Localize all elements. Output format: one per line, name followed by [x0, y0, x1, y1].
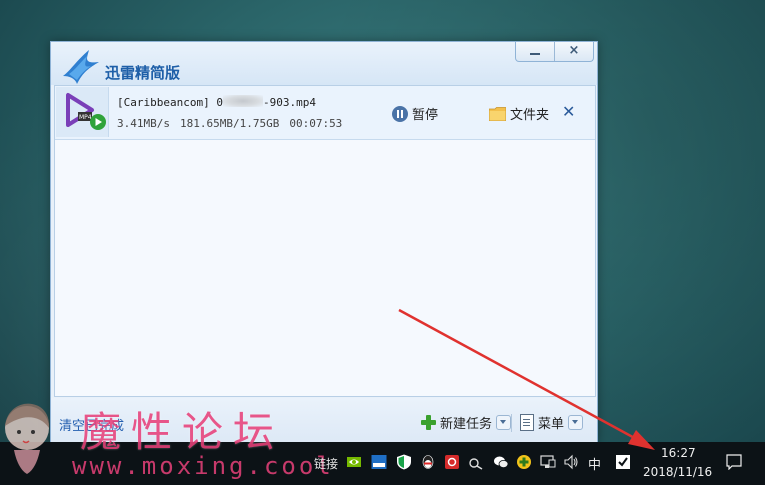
delete-task-button[interactable]: ✕ — [562, 102, 575, 121]
intel-lte-icon[interactable] — [371, 454, 387, 470]
thunder-bird-logo-icon — [63, 50, 99, 84]
minimize-icon — [530, 53, 540, 55]
ime-indicator[interactable]: 中 — [588, 454, 601, 473]
pause-icon — [392, 105, 408, 122]
chevron-down-icon[interactable] — [496, 414, 512, 430]
blurred-redaction — [222, 95, 263, 107]
svg-text:MP4: MP4 — [79, 114, 92, 121]
links-toolbar-label[interactable]: 链接 — [314, 455, 338, 472]
delete-icon: ✕ — [562, 102, 576, 121]
wechat-icon[interactable] — [493, 454, 509, 470]
plus-icon — [421, 414, 436, 430]
thunder-window: 迅雷精简版 × MP4 [Caribbeancom] 0 -903.mp4 3.… — [50, 41, 598, 443]
toolbar-divider — [511, 414, 512, 432]
clock-date[interactable]: 2018/11/16 — [643, 465, 712, 479]
security-shield-icon[interactable] — [396, 454, 412, 470]
task-row[interactable]: MP4 [Caribbeancom] 0 -903.mp4 3.41MB/s 181… — [55, 86, 595, 140]
menu-button[interactable]: 菜单 — [520, 412, 584, 432]
app-title: 迅雷精简版 — [105, 64, 181, 82]
watermark-text: 魔性论坛 — [80, 408, 284, 456]
document-icon — [520, 413, 534, 431]
file-name: [Caribbeancom] 0 -903.mp4 — [117, 95, 316, 109]
watermark-anime-face-icon — [5, 403, 50, 474]
pause-button[interactable]: 暂停 — [392, 104, 438, 123]
red-app-icon[interactable] — [444, 454, 460, 470]
volume-icon[interactable] — [563, 454, 579, 470]
chevron-down-icon[interactable] — [568, 414, 584, 430]
download-speed: 3.41MB/s — [117, 117, 170, 130]
nvidia-icon[interactable] — [346, 454, 362, 470]
time-remaining: 00:07:53 — [289, 117, 343, 130]
qq-penguin-icon[interactable] — [420, 454, 436, 470]
notification-icon[interactable] — [726, 454, 742, 470]
close-button[interactable]: × — [554, 42, 593, 61]
window-controls: × — [515, 42, 594, 62]
new-task-button[interactable]: 新建任务 — [421, 412, 512, 432]
network-icon[interactable] — [540, 454, 556, 470]
close-icon: × — [568, 43, 580, 58]
watermark-url: www.moxing.cool — [72, 452, 334, 480]
yellow-plus-icon[interactable] — [516, 454, 532, 470]
network-disconnected-icon[interactable] — [468, 454, 484, 470]
checkbox-app-icon[interactable] — [615, 454, 631, 470]
clock-time[interactable]: 16:27 — [661, 446, 696, 460]
download-size-progress: 181.65MB/1.75GB — [179, 117, 280, 130]
folder-icon — [489, 106, 506, 121]
open-folder-button[interactable]: 文件夹 — [489, 104, 549, 123]
task-list[interactable]: MP4 [Caribbeancom] 0 -903.mp4 3.41MB/s 181… — [54, 85, 596, 397]
video-file-icon: MP4 — [56, 87, 109, 137]
title-bar[interactable]: 迅雷精简版 × — [51, 42, 597, 85]
minimize-button[interactable] — [516, 42, 554, 61]
download-stats: 3.41MB/s 181.65MB/1.75GB 00:07:53 — [117, 117, 342, 130]
